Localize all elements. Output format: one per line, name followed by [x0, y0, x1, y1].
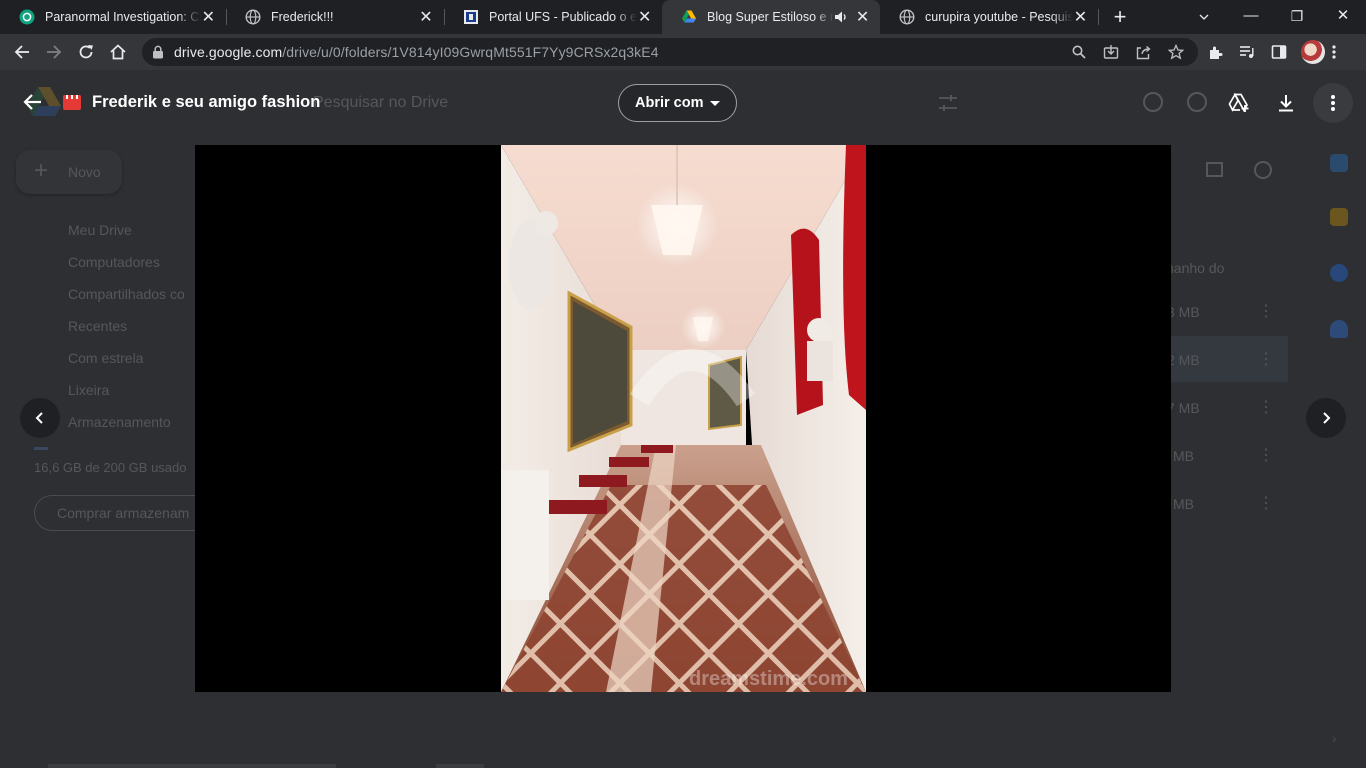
sidebar-item-label: Com estrela [68, 350, 144, 366]
new-button-label: Novo [68, 164, 101, 180]
lock-icon[interactable] [152, 45, 164, 64]
profile-avatar[interactable] [1301, 40, 1325, 64]
caret-down-icon [710, 101, 720, 106]
sidebar-item-label: Lixeira [68, 382, 110, 398]
chevron-left-icon [35, 412, 43, 424]
browser-toolbar: drive.google.com/drive/u/0/folders/1V814… [0, 34, 1366, 70]
row-more-icon[interactable]: ⋮ [1258, 397, 1274, 417]
tab-title: Portal UFS - Publicado o edit [489, 10, 638, 24]
sidebar-item-label: Recentes [68, 318, 128, 334]
close-tab-icon[interactable]: ✕ [1073, 7, 1088, 27]
keep-icon[interactable] [1330, 208, 1348, 226]
side-panel-icon[interactable] [1269, 42, 1289, 62]
video-preview[interactable]: dreamstime.com [195, 145, 1171, 692]
close-tab-icon[interactable]: ✕ [855, 7, 870, 27]
row-size: 2 MB [1167, 352, 1200, 368]
tab-frederick[interactable]: Frederick!!! ✕ [226, 0, 444, 34]
side-panel-apps [1317, 140, 1366, 768]
collapse-panel-icon[interactable]: › [1332, 730, 1337, 746]
chrome-menu-icon[interactable] [1324, 42, 1344, 62]
globe-icon [899, 9, 915, 25]
close-tab-icon[interactable]: ✕ [418, 7, 434, 27]
close-window-button[interactable]: ✕ [1320, 0, 1366, 34]
grid-view-icon[interactable] [1206, 162, 1223, 177]
reload-icon[interactable] [72, 38, 100, 66]
info-icon[interactable] [1254, 161, 1272, 179]
address-bar[interactable]: drive.google.com/drive/u/0/folders/1V814… [142, 38, 1198, 66]
watermark-text: dreamstime.com [689, 668, 848, 690]
forward-arrow-icon[interactable] [40, 38, 68, 66]
share-icon[interactable] [1135, 43, 1153, 61]
close-viewer-button[interactable] [18, 88, 46, 116]
tab-drive-active[interactable]: Blog Super Estiloso e nã ✕ [662, 0, 880, 34]
new-button[interactable]: + Novo [16, 150, 122, 194]
row-more-icon[interactable]: ⋮ [1258, 445, 1274, 465]
storage-bar [34, 447, 48, 450]
minimize-button[interactable]: — [1228, 0, 1274, 34]
tab-title: Blog Super Estiloso e nã [707, 10, 835, 24]
scrollbar[interactable] [48, 764, 336, 768]
row-more-icon[interactable]: ⋮ [1258, 493, 1274, 513]
row-more-icon[interactable]: ⋮ [1258, 301, 1274, 321]
url-text: drive.google.com/drive/u/0/folders/1V814… [174, 44, 659, 60]
url-host: drive.google.com [174, 44, 283, 60]
speaker-icon[interactable] [834, 10, 849, 24]
close-tab-icon[interactable]: ✕ [201, 7, 216, 27]
row-size: MB [1173, 496, 1194, 512]
tab-curupira[interactable]: curupira youtube - Pesquisa ✕ [880, 0, 1098, 34]
contacts-icon[interactable] [1330, 320, 1348, 338]
tab-portal-ufs[interactable]: Portal UFS - Publicado o edit ✕ [444, 0, 662, 34]
new-tab-button[interactable]: + [1108, 4, 1132, 30]
tab-title: curupira youtube - Pesquisa [925, 10, 1073, 24]
sidebar-item-label: Compartilhados co [68, 286, 185, 302]
video-file-icon [63, 95, 81, 110]
next-button[interactable] [1306, 398, 1346, 438]
sidebar-item-label: Meu Drive [68, 222, 132, 238]
download-icon[interactable] [1274, 91, 1298, 115]
close-tab-icon[interactable]: ✕ [637, 7, 652, 27]
open-with-label: Abrir com [635, 95, 704, 111]
file-title: Frederik e seu amigo fashion [92, 93, 321, 111]
openai-icon [19, 9, 35, 25]
tab-title: Frederick!!! [271, 10, 334, 24]
row-more-icon[interactable]: ⋮ [1258, 349, 1274, 369]
more-vertical-icon [1331, 95, 1335, 111]
add-shortcut-drive-icon[interactable] [1227, 91, 1251, 115]
globe-icon [245, 9, 261, 25]
column-header-size[interactable]: nanho do [1166, 260, 1224, 276]
extensions-icon[interactable] [1206, 42, 1226, 62]
more-actions-button[interactable] [1313, 83, 1353, 123]
preview-image: dreamstime.com [501, 145, 866, 692]
viewer-header: Frederik e seu amigo fashion Abrir com [0, 70, 1366, 134]
row-size: MB [1173, 448, 1194, 464]
chevron-right-icon [1323, 412, 1331, 424]
tab-title: Paranormal Investigation: Ch [45, 10, 201, 24]
scrollbar-thumb[interactable] [436, 764, 484, 768]
storage-usage-text: 16,6 GB de 200 GB usado [34, 460, 187, 475]
plus-icon: + [34, 157, 49, 184]
media-controls-icon[interactable] [1237, 42, 1257, 62]
back-arrow-icon [23, 94, 41, 110]
tab-search-icon[interactable] [1181, 0, 1227, 34]
back-arrow-icon[interactable] [8, 38, 36, 66]
bookmark-star-icon[interactable] [1167, 43, 1185, 61]
row-size: 7 MB [1167, 400, 1200, 416]
sidebar-item-label: Computadores [68, 254, 160, 270]
open-with-button[interactable]: Abrir com [618, 84, 737, 122]
home-icon[interactable] [104, 38, 132, 66]
install-app-icon[interactable] [1102, 43, 1120, 61]
calendar-icon[interactable] [1330, 154, 1348, 172]
tab-strip: Paranormal Investigation: Ch ✕ Frederick… [0, 0, 1366, 34]
previous-button[interactable] [20, 398, 60, 438]
zoom-search-icon[interactable] [1070, 43, 1088, 61]
tasks-icon[interactable] [1330, 264, 1348, 282]
ufs-icon [463, 9, 479, 25]
sidebar-item-label: Armazenamento [68, 414, 171, 430]
restore-button[interactable]: ❐ [1274, 0, 1320, 34]
row-size: 3 MB [1167, 304, 1200, 320]
tab-chatgpt[interactable]: Paranormal Investigation: Ch ✕ [0, 0, 226, 34]
google-drive-icon [681, 9, 697, 25]
url-path: /drive/u/0/folders/1V814yI09GwrqMt551F7Y… [282, 44, 659, 60]
buy-storage-label: Comprar armazenam [57, 505, 190, 521]
